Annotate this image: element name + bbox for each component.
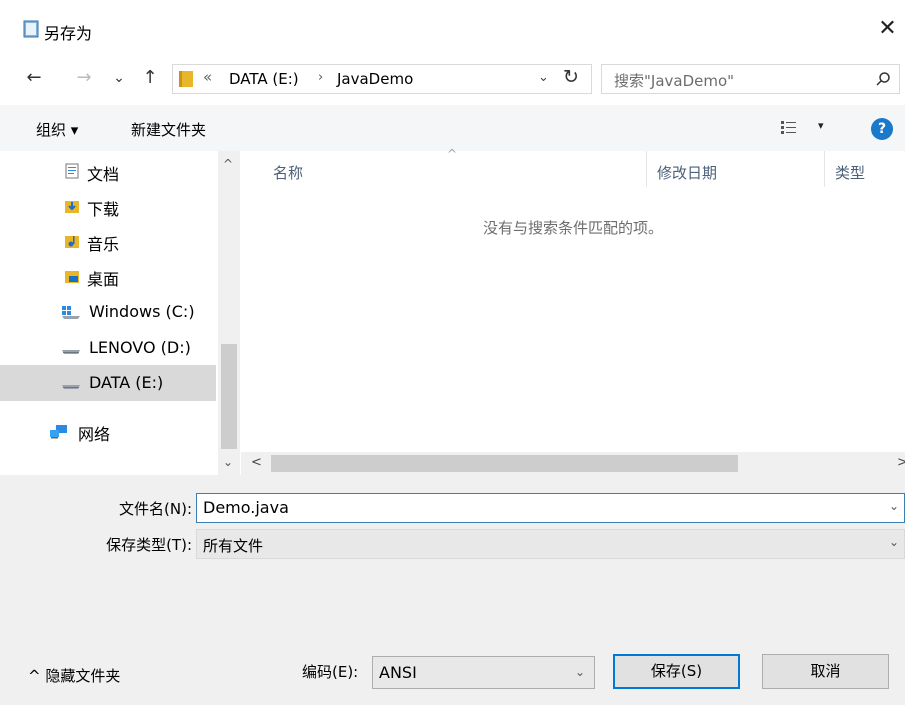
scroll-up-arrow[interactable]: ^ [223, 157, 233, 171]
empty-results-message: 没有与搜索条件匹配的项。 [482, 219, 663, 237]
organize-menu[interactable]: 组织 ▾ [36, 119, 78, 140]
sidebar-item-label: LENOVO (D:) [89, 338, 191, 357]
save-options-panel: 文件名(N): Demo.java ⌄ 保存类型(T): 所有文件 ⌄ ^ 隐藏… [0, 475, 905, 705]
hide-folders-toggle[interactable]: ^ 隐藏文件夹 [28, 665, 120, 686]
encoding-value: ANSI [379, 663, 417, 682]
forward-button[interactable]: → [72, 63, 96, 93]
search-icon[interactable] [875, 71, 891, 87]
sidebar-item-documents[interactable]: 文档 [0, 153, 216, 189]
sidebar-scrollbar[interactable]: ^ ⌄ [218, 151, 240, 475]
sidebar-item-label: 下载 [87, 200, 120, 219]
close-button[interactable]: ✕ [870, 12, 905, 46]
encoding-select[interactable]: ANSI ⌄ [372, 656, 595, 689]
breadcrumb-javademo[interactable]: JavaDemo [337, 70, 413, 88]
drive-icon [62, 385, 80, 389]
new-folder-button[interactable]: 新建文件夹 [131, 119, 206, 140]
downloads-icon [65, 201, 79, 213]
sidebar-item-windows-c[interactable]: Windows (C:) [0, 294, 216, 330]
column-divider[interactable] [646, 151, 647, 187]
search-placeholder: 搜索"JavaDemo" [614, 72, 735, 90]
filetype-select[interactable]: 所有文件 ⌄ [196, 529, 905, 559]
scroll-left-arrow[interactable]: < [251, 455, 262, 470]
windows-drive-icon [62, 306, 80, 319]
filename-input[interactable]: Demo.java ⌄ [196, 493, 905, 523]
column-divider[interactable] [824, 151, 825, 187]
filename-value: Demo.java [203, 498, 289, 517]
sidebar-item-data-e[interactable]: DATA (E:) [0, 365, 216, 401]
scroll-down-arrow[interactable]: ⌄ [223, 455, 233, 469]
sidebar-item-music[interactable]: 音乐 [0, 223, 216, 259]
desktop-icon [65, 271, 79, 283]
command-toolbar: 组织 ▾ 新建文件夹 ▾ ? [0, 105, 905, 151]
search-input[interactable]: 搜索"JavaDemo" [601, 64, 900, 94]
sidebar-item-desktop[interactable]: 桌面 [0, 258, 216, 294]
refresh-button[interactable]: ↻ [563, 66, 579, 88]
sidebar-item-label: 桌面 [87, 270, 120, 289]
filetype-label: 保存类型(T): [106, 536, 192, 554]
path-overflow-chevron[interactable]: « [203, 68, 212, 86]
notepad-icon [23, 20, 39, 38]
music-icon [65, 236, 79, 248]
recent-locations-button[interactable]: ⌄ [110, 63, 128, 93]
file-list-horizontal-scrollbar[interactable]: < > [241, 452, 905, 475]
view-dropdown[interactable]: ▾ [818, 119, 824, 132]
encoding-label: 编码(E): [302, 663, 359, 681]
scroll-right-arrow[interactable]: > [897, 455, 905, 470]
column-header-date-modified[interactable]: 修改日期 [657, 162, 717, 183]
chevron-down-icon[interactable]: ⌄ [575, 665, 585, 679]
title-bar: 另存为 ✕ [0, 0, 905, 60]
view-options-icon[interactable] [780, 119, 798, 135]
scrollbar-thumb[interactable] [271, 455, 738, 472]
column-header-name[interactable]: 名称 [273, 162, 303, 183]
documents-icon [65, 163, 79, 179]
navigation-bar: ← → ⌄ ↑ « DATA (E:) › JavaDemo ⌄ ↻ 搜索"Ja… [0, 55, 905, 105]
save-as-dialog: 另存为 ✕ ← → ⌄ ↑ « DATA (E:) › JavaDemo ⌄ ↻… [0, 0, 905, 705]
help-icon[interactable]: ? [871, 118, 893, 140]
breadcrumb-data-drive[interactable]: DATA (E:) [229, 70, 299, 88]
column-header-type[interactable]: 类型 [835, 162, 865, 183]
address-bar[interactable]: « DATA (E:) › JavaDemo ⌄ ↻ [172, 64, 592, 94]
filetype-value: 所有文件 [203, 537, 264, 555]
sidebar-item-downloads[interactable]: 下载 [0, 188, 216, 224]
cancel-button[interactable]: 取消 [762, 654, 889, 689]
chevron-down-icon[interactable]: ⌄ [889, 535, 899, 549]
address-dropdown[interactable]: ⌄ [538, 70, 549, 85]
window-title: 另存为 [44, 24, 93, 43]
chevron-down-icon[interactable]: ⌄ [889, 499, 899, 513]
file-list: ^ 名称 修改日期 类型 没有与搜索条件匹配的项。 [241, 147, 905, 475]
sidebar-item-label: 文档 [87, 165, 120, 184]
sidebar-item-label: Windows (C:) [89, 302, 195, 321]
breadcrumb-separator[interactable]: › [318, 70, 323, 85]
folder-icon [179, 71, 193, 87]
sort-indicator-icon: ^ [447, 147, 458, 161]
sidebar-item-label: 音乐 [87, 235, 120, 254]
drive-icon [62, 350, 80, 354]
browser-area: 文档 下载 音乐 桌面 Windows (C:) LENOVO (D:) DAT… [0, 147, 905, 475]
sidebar-item-lenovo-d[interactable]: LENOVO (D:) [0, 330, 216, 366]
navigation-pane: 文档 下载 音乐 桌面 Windows (C:) LENOVO (D:) DAT… [0, 151, 218, 475]
save-button[interactable]: 保存(S) [613, 654, 740, 689]
sidebar-item-label: DATA (E:) [89, 373, 164, 392]
network-icon [50, 425, 67, 439]
back-button[interactable]: ← [22, 63, 46, 93]
up-button[interactable]: ↑ [138, 63, 162, 93]
sidebar-item-network[interactable]: 网络 [0, 413, 216, 449]
scrollbar-thumb[interactable] [221, 344, 237, 449]
filename-label: 文件名(N): [119, 500, 192, 518]
sidebar-item-label: 网络 [78, 425, 111, 444]
